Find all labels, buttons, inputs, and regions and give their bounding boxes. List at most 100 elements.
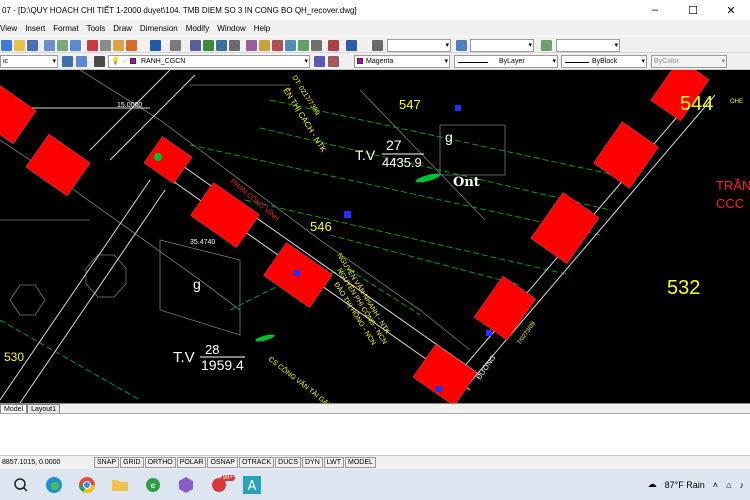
- command-line[interactable]: [0, 413, 750, 455]
- save-icon[interactable]: [27, 40, 38, 51]
- menu-view[interactable]: View: [0, 24, 21, 33]
- menu-window[interactable]: Window: [213, 24, 249, 33]
- dim-style-icon[interactable]: [456, 40, 467, 51]
- layer-combo[interactable]: 💡 ☼ RANH_CGCN ▾: [108, 55, 310, 68]
- zoom-previous-icon[interactable]: [229, 40, 240, 51]
- cut-icon[interactable]: [87, 40, 98, 51]
- menu-dimension[interactable]: Dimension: [136, 24, 182, 33]
- search-icon[interactable]: [9, 473, 33, 497]
- copy-icon[interactable]: [100, 40, 111, 51]
- linetype-combo[interactable]: ByLayer ▾: [454, 55, 558, 68]
- menu-draw[interactable]: Draw: [109, 24, 136, 33]
- zoom-window-icon[interactable]: [216, 40, 227, 51]
- model-toggle[interactable]: MODEL: [345, 457, 376, 468]
- window-controls: – ☐ ✕: [636, 0, 750, 20]
- grid-toggle[interactable]: GRID: [120, 457, 144, 468]
- calculator-icon[interactable]: [311, 40, 322, 51]
- chrome-icon[interactable]: [75, 473, 99, 497]
- plotstyle-combo[interactable]: ByColor ▾: [651, 55, 727, 68]
- menu-insert[interactable]: Insert: [21, 24, 49, 33]
- print-icon[interactable]: [44, 40, 55, 51]
- menu-help[interactable]: Help: [250, 24, 274, 33]
- open-icon[interactable]: [14, 40, 25, 51]
- tab-model[interactable]: Model: [0, 404, 28, 413]
- blue-marker: [436, 386, 442, 392]
- weather-widget[interactable]: ☁ 87°F Rain ˄ ⌂ ♪: [648, 479, 750, 490]
- lot-number: 546: [310, 219, 332, 234]
- quickcalc-icon[interactable]: [328, 40, 339, 51]
- layer-manager-icon[interactable]: [62, 56, 73, 67]
- properties-toolbar: ic ▾ 💡 ☼ RANH_CGCN ▾ Magenta ▾ ByLayer ▾ B…: [0, 53, 750, 70]
- weather-text: 87°F Rain: [664, 479, 705, 490]
- network-icon[interactable]: ⌂: [726, 480, 731, 490]
- properties-icon[interactable]: [246, 40, 257, 51]
- dyn-toggle[interactable]: DYN: [301, 457, 323, 468]
- text-style-icon[interactable]: [372, 40, 383, 51]
- layer-previous-icon[interactable]: [94, 56, 105, 67]
- svg-text:A: A: [248, 479, 257, 494]
- title-bar: 07 - [D:\QUY HOACH CHI TIẾT 1-2000 duyet…: [0, 0, 750, 20]
- ortho-toggle[interactable]: ORTHO: [144, 457, 176, 468]
- menu-tools[interactable]: Tools: [83, 24, 110, 33]
- road-lines: [0, 70, 716, 403]
- cube-app-icon[interactable]: [174, 473, 198, 497]
- paste-icon[interactable]: [113, 40, 124, 51]
- edge-icon[interactable]: [42, 473, 66, 497]
- green-line: [329, 234, 521, 286]
- help-icon[interactable]: [346, 40, 357, 51]
- sheet-set-icon[interactable]: [285, 40, 296, 51]
- tv-label: T.V: [173, 349, 195, 366]
- green-app-icon[interactable]: e: [141, 473, 165, 497]
- design-center-icon[interactable]: [259, 40, 270, 51]
- layer-states-icon[interactable]: [76, 56, 87, 67]
- maximize-button[interactable]: ☐: [674, 0, 712, 20]
- workspace-combo[interactable]: ic ▾: [0, 55, 58, 68]
- drawing-canvas[interactable]: T.V 27 4435.9 T.V 28 1959.4 g g Ont 15.0…: [0, 70, 750, 403]
- status-bar: 8857.1015, 0.0000 SNAP GRID ORTHO POLAR …: [0, 455, 750, 469]
- otrack-toggle[interactable]: OTRACK: [238, 457, 275, 468]
- close-button[interactable]: ✕: [712, 0, 750, 20]
- magenta-swatch: [357, 58, 363, 65]
- autocad-icon[interactable]: A: [240, 473, 264, 497]
- red-block: [412, 343, 478, 403]
- markup-icon[interactable]: [298, 40, 309, 51]
- undo-icon[interactable]: [150, 40, 161, 51]
- text-style-combo[interactable]: ▾: [387, 39, 451, 52]
- zoom-realtime-icon[interactable]: [203, 40, 214, 51]
- redo-icon[interactable]: [170, 40, 181, 51]
- menu-format[interactable]: Format: [49, 24, 82, 33]
- folder-icon[interactable]: [108, 473, 132, 497]
- lot-number: 544: [680, 93, 713, 115]
- gray-line: [359, 89, 486, 221]
- polar-toggle[interactable]: POLAR: [176, 457, 207, 468]
- publish-icon[interactable]: [70, 40, 81, 51]
- volume-icon[interactable]: ♪: [740, 480, 745, 490]
- badge-app-icon[interactable]: 99+: [207, 473, 235, 497]
- make-current-icon[interactable]: [314, 56, 325, 67]
- lineweight-combo[interactable]: ByBlock ▾: [561, 55, 647, 68]
- dim-style-combo[interactable]: ▾: [470, 39, 534, 52]
- table-style-combo[interactable]: ▾: [556, 39, 620, 52]
- ducs-toggle[interactable]: DUCS: [275, 457, 301, 468]
- chevron-up-icon[interactable]: ˄: [713, 480, 718, 490]
- pan-icon[interactable]: [1, 40, 12, 51]
- land-use-label: Ont: [453, 175, 480, 190]
- table-style-icon[interactable]: [541, 40, 552, 51]
- menu-modify[interactable]: Modify: [182, 24, 214, 33]
- color-combo[interactable]: Magenta ▾: [354, 55, 450, 68]
- minimize-button[interactable]: –: [636, 0, 674, 20]
- match-properties-icon[interactable]: [126, 40, 137, 51]
- red-block: [530, 192, 600, 264]
- snap-toggle[interactable]: SNAP: [94, 457, 120, 468]
- layer-iso-icon[interactable]: [328, 56, 339, 67]
- tool-palettes-icon[interactable]: [272, 40, 283, 51]
- green-boundaries: [0, 99, 616, 401]
- svg-text:e: e: [151, 481, 156, 490]
- blue-marker: [486, 330, 492, 336]
- cad-drawing[interactable]: T.V 27 4435.9 T.V 28 1959.4 g g Ont 15.0…: [0, 70, 750, 403]
- tab-layout1[interactable]: Layout1: [27, 404, 60, 413]
- preview-icon[interactable]: [57, 40, 68, 51]
- pan-realtime-icon[interactable]: [190, 40, 201, 51]
- osnap-toggle[interactable]: OSNAP: [207, 457, 238, 468]
- lwt-toggle[interactable]: LWT: [323, 457, 345, 468]
